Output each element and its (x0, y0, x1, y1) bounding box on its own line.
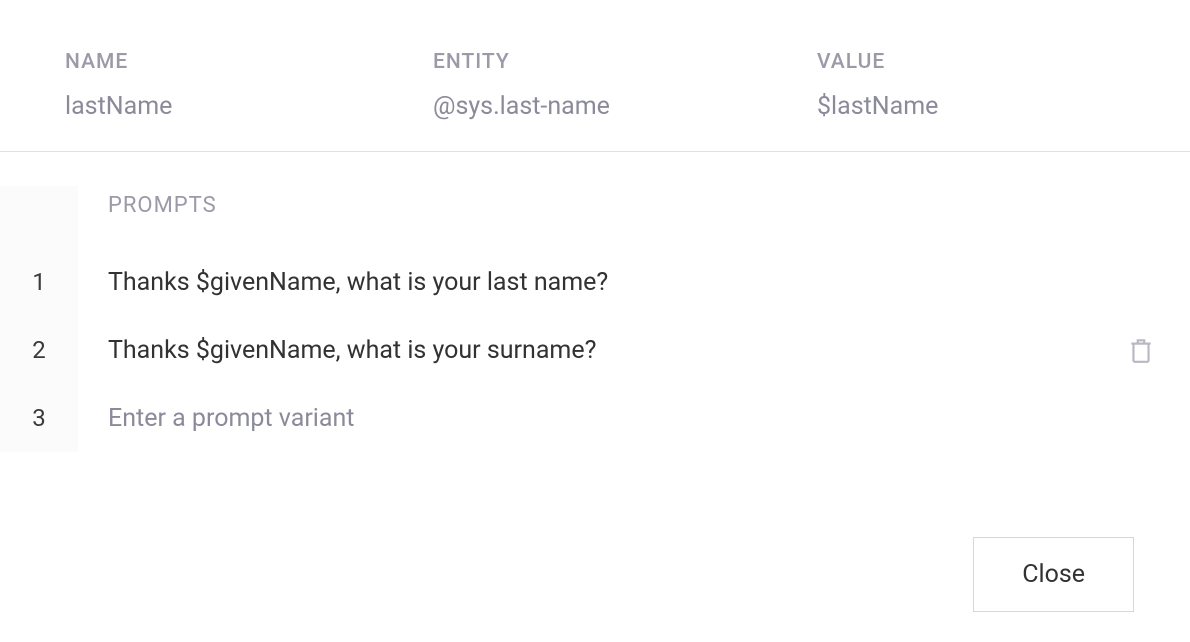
prompt-index: 3 (0, 384, 78, 452)
trash-icon (1128, 336, 1154, 364)
prompts-title: PROMPTS (108, 186, 1190, 224)
column-name: NAME (65, 50, 433, 121)
close-button[interactable]: Close (973, 537, 1134, 612)
prompts-body: PROMPTS (78, 186, 1190, 452)
prompt-index: 1 (0, 248, 78, 316)
dialog-footer: Close (973, 537, 1134, 612)
column-entity-label: ENTITY (433, 50, 817, 74)
prompt-row (108, 316, 1190, 384)
column-name-label: NAME (65, 50, 433, 74)
value-input[interactable] (817, 92, 1121, 121)
column-entity: ENTITY (433, 50, 817, 121)
prompt-input[interactable] (108, 336, 1122, 365)
prompt-input[interactable] (108, 268, 1160, 297)
prompt-row (108, 248, 1190, 316)
prompt-index: 2 (0, 316, 78, 384)
entity-input[interactable] (433, 92, 798, 121)
prompt-input-new[interactable] (108, 404, 1160, 433)
prompts-section: 1 2 3 PROMPTS (0, 152, 1190, 452)
name-input[interactable] (65, 92, 415, 121)
delete-prompt-button[interactable] (1122, 330, 1160, 370)
column-value-label: VALUE (817, 50, 1137, 74)
prompt-row (108, 384, 1190, 452)
parameter-header-row: NAME ENTITY VALUE (0, 0, 1190, 152)
prompts-index-rail: 1 2 3 (0, 186, 78, 452)
column-value: VALUE (817, 50, 1137, 121)
